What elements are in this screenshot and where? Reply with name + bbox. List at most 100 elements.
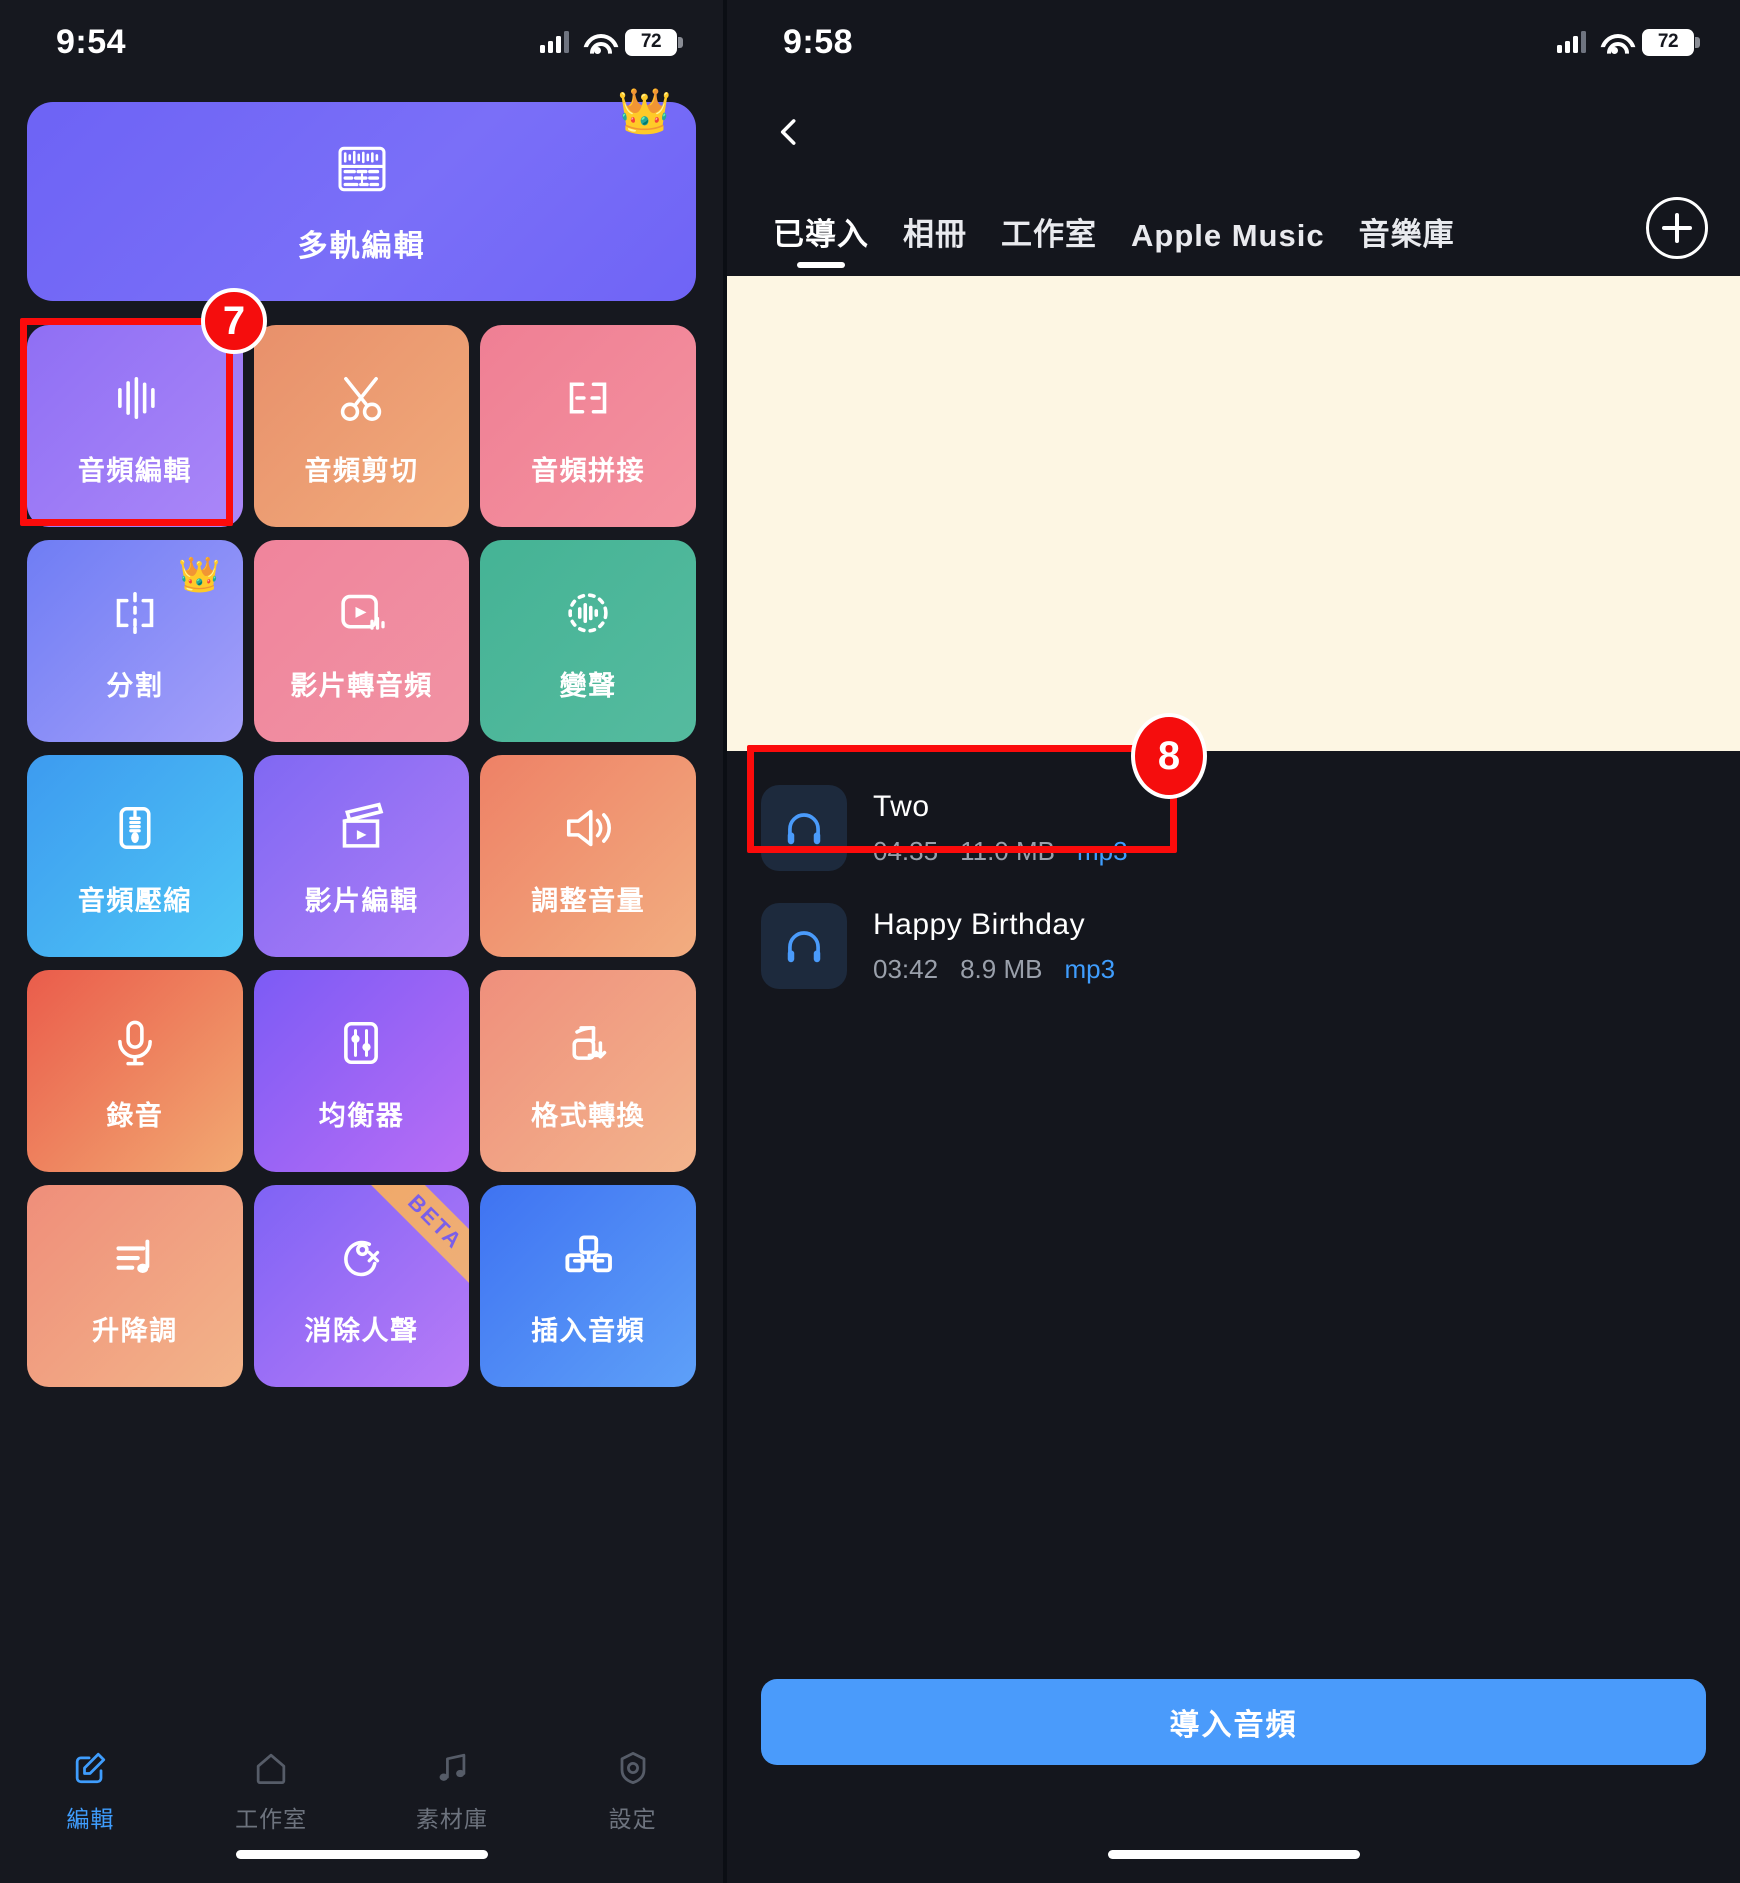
tile-label: 影片轉音頻 bbox=[290, 670, 433, 701]
tab-studio[interactable]: 工作室 bbox=[1001, 209, 1097, 276]
tab-studio[interactable]: 工作室 bbox=[181, 1746, 362, 1834]
audio-subinfo: 04:35 11.0 MB mp3 bbox=[873, 836, 1128, 867]
cellular-signal-icon bbox=[1557, 31, 1586, 53]
tile-label: 格式轉換 bbox=[531, 1100, 646, 1131]
battery-level: 72 bbox=[640, 31, 662, 52]
volume-icon bbox=[555, 795, 621, 861]
tool-tile-split[interactable]: 👑 分割 bbox=[27, 540, 243, 742]
tool-tile-pitch[interactable]: 升降調 bbox=[27, 1185, 243, 1387]
tool-tile-remove-vocals[interactable]: BETA 消除人聲 bbox=[253, 1185, 470, 1387]
tile-label: 錄音 bbox=[106, 1100, 164, 1131]
tab-label: Apple Music bbox=[1131, 218, 1325, 253]
home-icon bbox=[256, 1753, 286, 1785]
list-item[interactable]: Happy Birthday 03:42 8.9 MB mp3 bbox=[727, 887, 1740, 1005]
multitrack-icon bbox=[331, 138, 393, 205]
voice-changer-icon bbox=[555, 580, 621, 646]
back-button[interactable] bbox=[761, 104, 817, 160]
dual-phone-screenshot: 9:54 72 👑 多軌編輯 音頻編輯 音頻剪切 音頻拼接 👑 分割 影片轉音頻… bbox=[0, 0, 1740, 1883]
crown-icon: 👑 bbox=[617, 87, 672, 136]
equalizer-icon bbox=[328, 1010, 394, 1076]
tab-label: 相冊 bbox=[903, 217, 967, 252]
tool-tile-audio-merge[interactable]: 音頻拼接 bbox=[480, 325, 696, 527]
split-icon bbox=[102, 580, 168, 646]
home-indicator bbox=[1107, 1850, 1360, 1859]
battery-level: 72 bbox=[1657, 31, 1679, 52]
status-time: 9:54 bbox=[56, 22, 127, 61]
home-indicator bbox=[235, 1850, 488, 1859]
tab-label: 工作室 bbox=[1001, 217, 1097, 252]
tab-material-library[interactable]: 素材庫 bbox=[362, 1746, 543, 1834]
music-library-icon bbox=[439, 1753, 466, 1781]
audio-title: Happy Birthday bbox=[873, 907, 1086, 941]
tool-tile-format-convert[interactable]: 格式轉換 bbox=[480, 970, 696, 1172]
edit-icon bbox=[76, 1752, 106, 1784]
audio-duration: 04:35 bbox=[873, 835, 939, 866]
tile-label: 分割 bbox=[106, 670, 164, 701]
tab-settings[interactable]: 設定 bbox=[542, 1746, 723, 1834]
tab-album[interactable]: 相冊 bbox=[903, 209, 967, 276]
crown-icon: 👑 bbox=[178, 556, 221, 594]
tabs-scroll-container[interactable]: 已導入 相冊 工作室 Apple Music 音樂庫 bbox=[773, 180, 1636, 276]
status-indicators: 72 bbox=[540, 28, 683, 56]
left-status-bar: 9:54 72 bbox=[0, 0, 723, 84]
cellular-signal-icon bbox=[540, 31, 569, 53]
multitrack-label: 多軌編輯 bbox=[297, 230, 426, 263]
audio-file-list: Two 04:35 11.0 MB mp3 Happy Birthday 03:… bbox=[727, 751, 1740, 1005]
tile-label: 升降調 bbox=[92, 1315, 178, 1346]
audio-format: mp3 bbox=[1064, 953, 1116, 984]
tile-label: 調整音量 bbox=[531, 885, 646, 916]
right-status-bar: 9:58 72 bbox=[727, 0, 1740, 84]
tool-tile-voice-changer[interactable]: 變聲 bbox=[480, 540, 696, 742]
waveform-icon bbox=[102, 365, 168, 431]
tool-tile-equalizer[interactable]: 均衡器 bbox=[253, 970, 470, 1172]
compress-icon bbox=[102, 795, 168, 861]
chevron-left-icon bbox=[780, 119, 796, 145]
status-indicators: 72 bbox=[1557, 28, 1700, 56]
right-phone-screen: 9:58 72 已導入 相冊 工作室 Apple Music 音樂庫 Two 0… bbox=[727, 0, 1740, 1883]
multitrack-edit-card[interactable]: 👑 多軌編輯 bbox=[27, 90, 696, 301]
tab-label: 編輯 bbox=[66, 1806, 115, 1832]
tool-tile-video-edit[interactable]: 影片編輯 bbox=[253, 755, 470, 957]
audio-meta: Happy Birthday 03:42 8.9 MB mp3 bbox=[873, 908, 1115, 985]
tab-label: 工作室 bbox=[235, 1806, 308, 1832]
nav-bar bbox=[727, 84, 1740, 180]
microphone-icon bbox=[102, 1010, 168, 1076]
source-tabs: 已導入 相冊 工作室 Apple Music 音樂庫 bbox=[727, 180, 1740, 276]
annotation-badge-7: 7 bbox=[201, 288, 267, 354]
import-audio-button[interactable]: 導入音頻 bbox=[761, 1679, 1706, 1765]
headphones-icon bbox=[761, 903, 847, 989]
annotation-badge-8: 8 bbox=[1131, 713, 1207, 799]
video-to-audio-icon bbox=[328, 580, 394, 646]
tile-label: 插入音頻 bbox=[531, 1315, 646, 1346]
pitch-icon bbox=[102, 1225, 168, 1291]
audio-format: mp3 bbox=[1076, 835, 1128, 866]
remove-vocals-icon bbox=[328, 1225, 394, 1291]
tab-imported[interactable]: 已導入 bbox=[773, 209, 869, 276]
tool-tile-record[interactable]: 錄音 bbox=[27, 970, 243, 1172]
tool-tile-video-to-audio[interactable]: 影片轉音頻 bbox=[253, 540, 470, 742]
settings-gear-icon bbox=[620, 1751, 645, 1785]
tool-tile-insert-audio[interactable]: 插入音頻 bbox=[480, 1185, 696, 1387]
battery-icon: 72 bbox=[625, 28, 683, 56]
tab-edit[interactable]: 編輯 bbox=[0, 1746, 181, 1834]
clapperboard-icon bbox=[328, 795, 394, 861]
tab-label: 素材庫 bbox=[415, 1806, 488, 1832]
tile-label: 消除人聲 bbox=[304, 1315, 419, 1346]
tile-label: 音頻拼接 bbox=[531, 455, 646, 486]
plus-circle-icon[interactable] bbox=[1646, 197, 1708, 259]
tile-label: 音頻編輯 bbox=[77, 455, 192, 486]
bottom-tab-bar: 編輯 工作室 素材庫 設定 bbox=[0, 1728, 723, 1883]
audio-size: 8.9 MB bbox=[960, 953, 1043, 984]
list-item[interactable]: Two 04:35 11.0 MB mp3 bbox=[727, 769, 1740, 887]
format-convert-icon bbox=[555, 1010, 621, 1076]
tool-tile-audio-edit[interactable]: 音頻編輯 bbox=[27, 325, 243, 527]
left-phone-screen: 9:54 72 👑 多軌編輯 音頻編輯 音頻剪切 音頻拼接 👑 分割 影片轉音頻… bbox=[0, 0, 723, 1883]
tab-label: 設定 bbox=[608, 1806, 657, 1832]
tab-apple-music[interactable]: Apple Music bbox=[1131, 218, 1325, 276]
audio-title: Two bbox=[873, 789, 930, 823]
tab-music-library[interactable]: 音樂庫 bbox=[1359, 209, 1455, 276]
tool-tile-audio-compress[interactable]: 音頻壓縮 bbox=[27, 755, 243, 957]
tile-label: 影片編輯 bbox=[304, 885, 419, 916]
tool-tile-adjust-volume[interactable]: 調整音量 bbox=[480, 755, 696, 957]
tool-tile-audio-cut[interactable]: 音頻剪切 bbox=[253, 325, 470, 527]
